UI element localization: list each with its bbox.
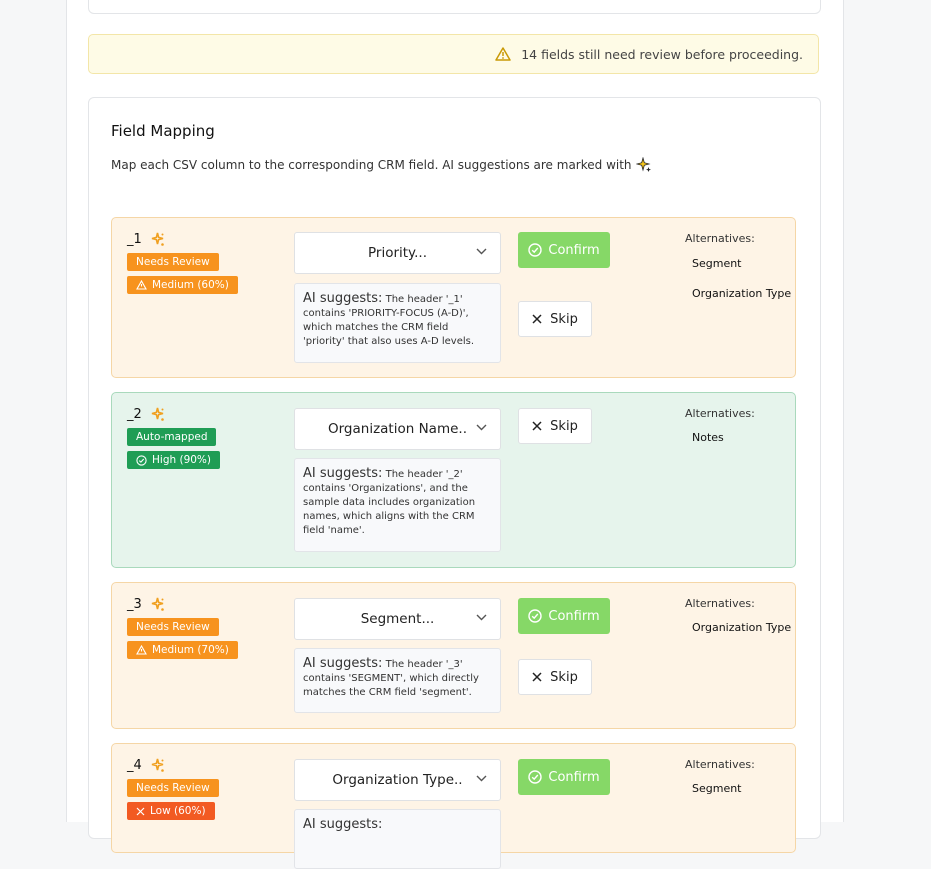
status-badge: Needs Review: [127, 618, 219, 636]
ai-suggestion-box: AI suggests: The header '_1' contains 'P…: [294, 283, 501, 363]
alternatives-list: Alternatives: Segment Organization Type: [685, 232, 792, 300]
csv-field-name: _2: [127, 407, 142, 422]
chevron-down-icon: [476, 614, 487, 621]
check-circle-icon: [528, 609, 543, 623]
close-icon: [136, 807, 145, 815]
check-circle-icon: [528, 243, 543, 257]
csv-field-name: _1: [127, 232, 142, 247]
alternatives-list: Alternatives: Segment: [685, 758, 755, 795]
check-circle-icon: [528, 770, 543, 784]
crm-field-select[interactable]: Organization Name..: [294, 408, 501, 450]
skip-button[interactable]: Skip: [518, 301, 592, 337]
csv-field-name: _3: [127, 597, 142, 612]
ai-suggestion-box: AI suggests: The header '_2' contains 'O…: [294, 458, 501, 552]
field-mapping-title: Field Mapping: [111, 122, 215, 140]
close-icon: [532, 421, 542, 431]
close-icon: [532, 314, 542, 324]
confirm-button[interactable]: Confirm: [518, 759, 610, 795]
status-badge: Auto-mapped: [127, 428, 217, 446]
mapping-row: _2 Auto-mapped High (90%) Organization N…: [111, 392, 796, 568]
ai-suggestion-icon: [150, 232, 165, 247]
chevron-down-icon: [476, 775, 487, 782]
ai-suggestion-icon: [150, 758, 165, 773]
skip-button[interactable]: Skip: [518, 408, 592, 444]
status-badge: Needs Review: [127, 779, 219, 797]
crm-field-select[interactable]: Priority...: [294, 232, 501, 274]
crm-field-select[interactable]: Segment...: [294, 598, 501, 640]
warning-text: 14 fields still need review before proce…: [521, 46, 803, 62]
previous-card: [88, 0, 821, 14]
warning-icon: [136, 645, 147, 655]
mapping-row: _1 Needs Review Medium (60%) Priority...…: [111, 217, 796, 378]
crm-field-select[interactable]: Organization Type..: [294, 759, 501, 801]
alternative-option[interactable]: Notes: [692, 431, 755, 444]
skip-button[interactable]: Skip: [518, 659, 592, 695]
check-circle-icon: [136, 454, 147, 466]
confirm-button[interactable]: Confirm: [518, 598, 610, 634]
warning-icon: [495, 47, 511, 61]
chevron-down-icon: [476, 248, 487, 255]
chevron-down-icon: [476, 424, 487, 431]
csv-field-name: _4: [127, 758, 142, 773]
alternative-option[interactable]: Segment: [692, 257, 791, 270]
confidence-badge: Medium (70%): [127, 641, 238, 659]
ai-suggestion-icon: [150, 407, 165, 422]
ai-sparkle-icon: [635, 157, 652, 173]
ai-suggestion-box: AI suggests:: [294, 809, 501, 869]
alternative-option[interactable]: Segment: [692, 782, 755, 795]
field-mapping-subtitle: Map each CSV column to the corresponding…: [111, 157, 652, 173]
confidence-badge: Low (60%): [127, 802, 215, 820]
confidence-badge: Medium (60%): [127, 276, 238, 294]
warning-icon: [136, 280, 147, 290]
review-warning-banner: 14 fields still need review before proce…: [88, 34, 819, 74]
alternative-option[interactable]: Organization Type: [692, 287, 791, 300]
alternative-option[interactable]: Organization Type: [692, 621, 791, 634]
ai-suggestion-box: AI suggests: The header '_3' contains 'S…: [294, 648, 501, 713]
alternatives-list: Alternatives: Organization Type: [685, 597, 792, 634]
alternatives-list: Alternatives: Notes: [685, 407, 755, 444]
ai-suggestion-icon: [150, 597, 165, 612]
close-icon: [532, 672, 542, 682]
mapping-row: _4 Needs Review Low (60%) Organization T…: [111, 743, 796, 869]
confidence-badge: High (90%): [127, 451, 221, 469]
status-badge: Needs Review: [127, 253, 219, 271]
confirm-button[interactable]: Confirm: [518, 232, 610, 268]
mapping-row: _3 Needs Review Medium (70%) Segment... …: [111, 582, 796, 729]
